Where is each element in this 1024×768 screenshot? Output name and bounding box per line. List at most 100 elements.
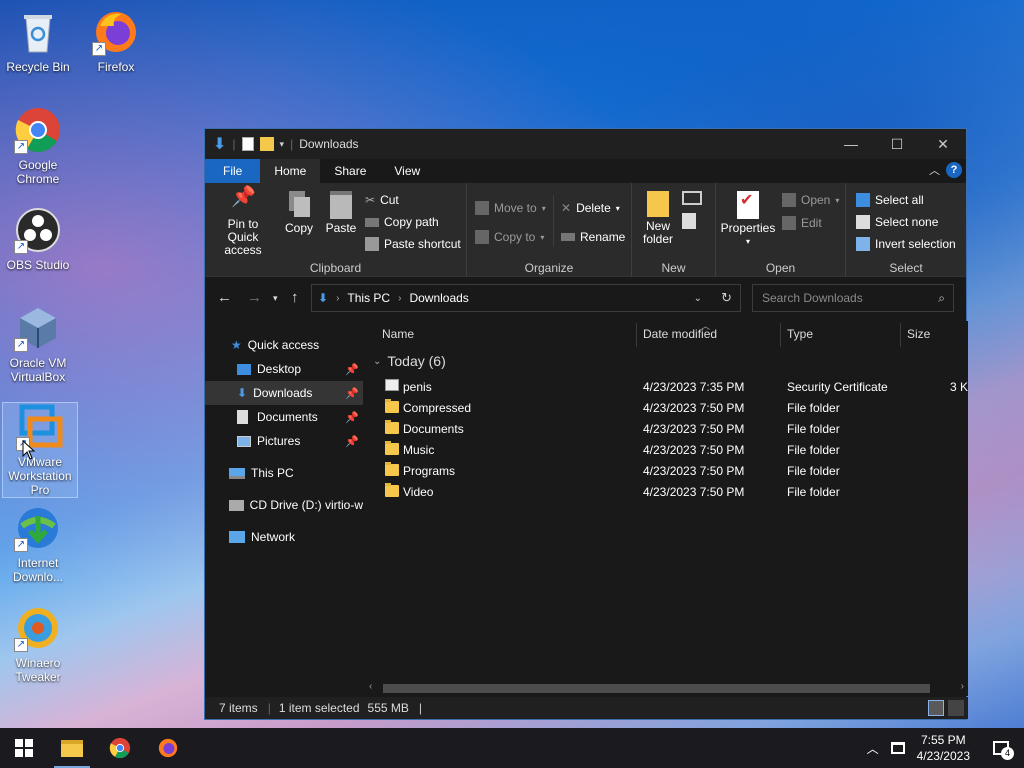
nav-documents[interactable]: Documents 📌: [205, 405, 363, 429]
maximize-button[interactable]: ☐: [874, 129, 920, 159]
desktop-icon-internet-download[interactable]: ↗ Internet Downlo...: [0, 504, 76, 584]
desktop-icon-virtualbox[interactable]: ↗ Oracle VM VirtualBox: [0, 304, 76, 384]
quick-access-dropdown-icon[interactable]: ▾: [280, 139, 285, 150]
nav-cd-drive[interactable]: CD Drive (D:) virtio-w: [205, 493, 363, 517]
shortcut-arrow-icon: ↗: [92, 42, 106, 56]
copy-to-button[interactable]: Copy to ▾: [475, 230, 544, 244]
group-header-today[interactable]: ⌄ Today (6): [373, 353, 446, 369]
tab-share[interactable]: Share: [320, 159, 380, 183]
up-button[interactable]: ↑: [291, 289, 299, 306]
desktop-icon-chrome[interactable]: ↗ Google Chrome: [0, 106, 76, 186]
start-button[interactable]: [0, 728, 48, 768]
column-header-type[interactable]: Type: [787, 321, 813, 347]
file-row[interactable]: Compressed 4/23/2023 7:50 PM File folder: [365, 397, 968, 418]
tab-view[interactable]: View: [380, 159, 434, 183]
clipboard-group-label: Clipboard: [309, 261, 362, 275]
select-all-button[interactable]: Select all: [856, 193, 924, 207]
file-row[interactable]: Documents 4/23/2023 7:50 PM File folder: [365, 418, 968, 439]
search-input[interactable]: Search Downloads ⌕: [752, 284, 954, 312]
forward-button[interactable]: →: [247, 289, 262, 306]
open-button[interactable]: Open ▾: [782, 193, 839, 207]
copy-path-button[interactable]: Copy path: [365, 215, 439, 229]
network-status-icon[interactable]: [890, 742, 905, 754]
nav-network[interactable]: Network: [205, 525, 363, 549]
tab-home[interactable]: Home: [260, 159, 321, 183]
tab-file[interactable]: File: [205, 159, 261, 183]
clock[interactable]: 7:55 PM 4/23/2023: [917, 732, 970, 764]
collapse-ribbon-icon[interactable]: ︿: [929, 162, 940, 178]
taskbar-chrome[interactable]: [96, 728, 144, 768]
cut-button[interactable]: ✂ Cut: [365, 193, 399, 207]
refresh-icon[interactable]: ↻: [721, 290, 732, 306]
move-to-button[interactable]: Move to ▾: [475, 201, 546, 215]
title-bar[interactable]: ⬇ | ▾ | Downloads — ☐ ✕: [205, 129, 966, 159]
breadcrumb-downloads[interactable]: Downloads: [409, 291, 468, 305]
windows-logo-icon: [15, 739, 33, 757]
nav-this-pc[interactable]: This PC: [205, 461, 363, 485]
show-hidden-icons-chevron-icon[interactable]: ︿: [867, 740, 879, 757]
nav-desktop[interactable]: Desktop 📌: [205, 357, 363, 381]
new-group-label: New: [661, 261, 686, 275]
address-history-dropdown-icon[interactable]: ⌄: [694, 293, 702, 304]
nav-quick-access[interactable]: ★ Quick access: [205, 333, 363, 357]
close-button[interactable]: ✕: [920, 129, 966, 159]
delete-x-icon: ✕: [561, 201, 572, 215]
recent-locations-button[interactable]: ▾: [273, 293, 278, 304]
file-row[interactable]: Video 4/23/2023 7:50 PM File folder: [365, 481, 968, 502]
easy-access-icon[interactable]: [682, 213, 696, 229]
column-header-size[interactable]: Size: [907, 321, 930, 347]
select-group-label: Select: [889, 261, 923, 275]
file-row[interactable]: Music 4/23/2023 7:50 PM File folder: [365, 439, 968, 460]
minimize-button[interactable]: —: [828, 129, 874, 159]
desktop-icon-label: Google Chrome: [16, 158, 60, 186]
new-item-icon[interactable]: [682, 191, 702, 205]
column-header-name[interactable]: Name: [382, 321, 414, 347]
pin-icon[interactable]: 📌: [345, 387, 359, 400]
desktop-icon-firefox[interactable]: ↗ Firefox: [78, 8, 154, 74]
details-view-icon[interactable]: [928, 700, 944, 716]
taskbar-file-explorer[interactable]: [48, 728, 96, 768]
horizontal-scrollbar[interactable]: ‹ ›: [365, 680, 968, 696]
pin-icon[interactable]: 📌: [345, 435, 359, 448]
pin-icon[interactable]: 📌: [345, 363, 359, 376]
copy-button[interactable]: Copy: [281, 191, 317, 235]
breadcrumb-separator-icon[interactable]: ›: [398, 293, 401, 304]
properties-button[interactable]: ✔ Properties ▾: [720, 191, 776, 248]
pin-icon[interactable]: 📌: [345, 411, 359, 424]
paste-button[interactable]: Paste: [323, 191, 359, 235]
back-button[interactable]: ←: [217, 289, 232, 306]
nav-downloads[interactable]: ⬇ Downloads 📌: [205, 381, 363, 405]
desktop-icon-obs[interactable]: ↗ OBS Studio: [0, 206, 76, 272]
rename-button[interactable]: Rename: [561, 230, 625, 244]
file-row[interactable]: penis 4/23/2023 7:35 PM Security Certifi…: [365, 376, 968, 397]
invert-selection-button[interactable]: Invert selection: [856, 237, 956, 251]
scrollbar-thumb[interactable]: [383, 684, 930, 693]
desktop-icon-vmware[interactable]: ↗ VMware Workstation Pro: [2, 402, 78, 498]
edit-button[interactable]: Edit: [782, 216, 822, 230]
desktop-icon-winaero[interactable]: ↗ Winaero Tweaker: [0, 604, 76, 684]
breadcrumb-separator-icon[interactable]: ›: [336, 293, 339, 304]
notifications-button[interactable]: 4: [986, 728, 1016, 768]
large-icons-view-icon[interactable]: [948, 700, 964, 716]
desktop-icon-recycle-bin[interactable]: Recycle Bin: [0, 8, 76, 74]
delete-button[interactable]: ✕ Delete ▾: [561, 201, 620, 215]
paste-shortcut-button[interactable]: Paste shortcut: [365, 237, 461, 251]
desktop-icon-label: Firefox: [97, 60, 135, 74]
select-none-button[interactable]: Select none: [856, 215, 938, 229]
new-folder-quick-icon[interactable]: [259, 137, 274, 151]
address-bar[interactable]: ⬇ › This PC › Downloads ⌄ ↻: [311, 284, 741, 312]
window-title: Downloads: [299, 137, 359, 151]
copy-icon: [287, 191, 311, 219]
desktop-folder-icon: [237, 363, 251, 375]
nav-pictures[interactable]: Pictures 📌: [205, 429, 363, 453]
taskbar-firefox[interactable]: [144, 728, 192, 768]
help-icon[interactable]: ?: [946, 162, 962, 178]
pin-quick-access-button[interactable]: 📌 Pin to Quick access: [211, 187, 275, 257]
new-folder-button[interactable]: New folder: [638, 191, 678, 246]
desktop-icon-label: VMware Workstation Pro: [8, 455, 72, 497]
scroll-left-icon[interactable]: ‹: [369, 681, 372, 692]
scroll-right-icon[interactable]: ›: [961, 681, 964, 692]
file-row[interactable]: Programs 4/23/2023 7:50 PM File folder: [365, 460, 968, 481]
breadcrumb-this-pc[interactable]: This PC: [347, 291, 390, 305]
properties-quick-icon[interactable]: [241, 137, 254, 151]
